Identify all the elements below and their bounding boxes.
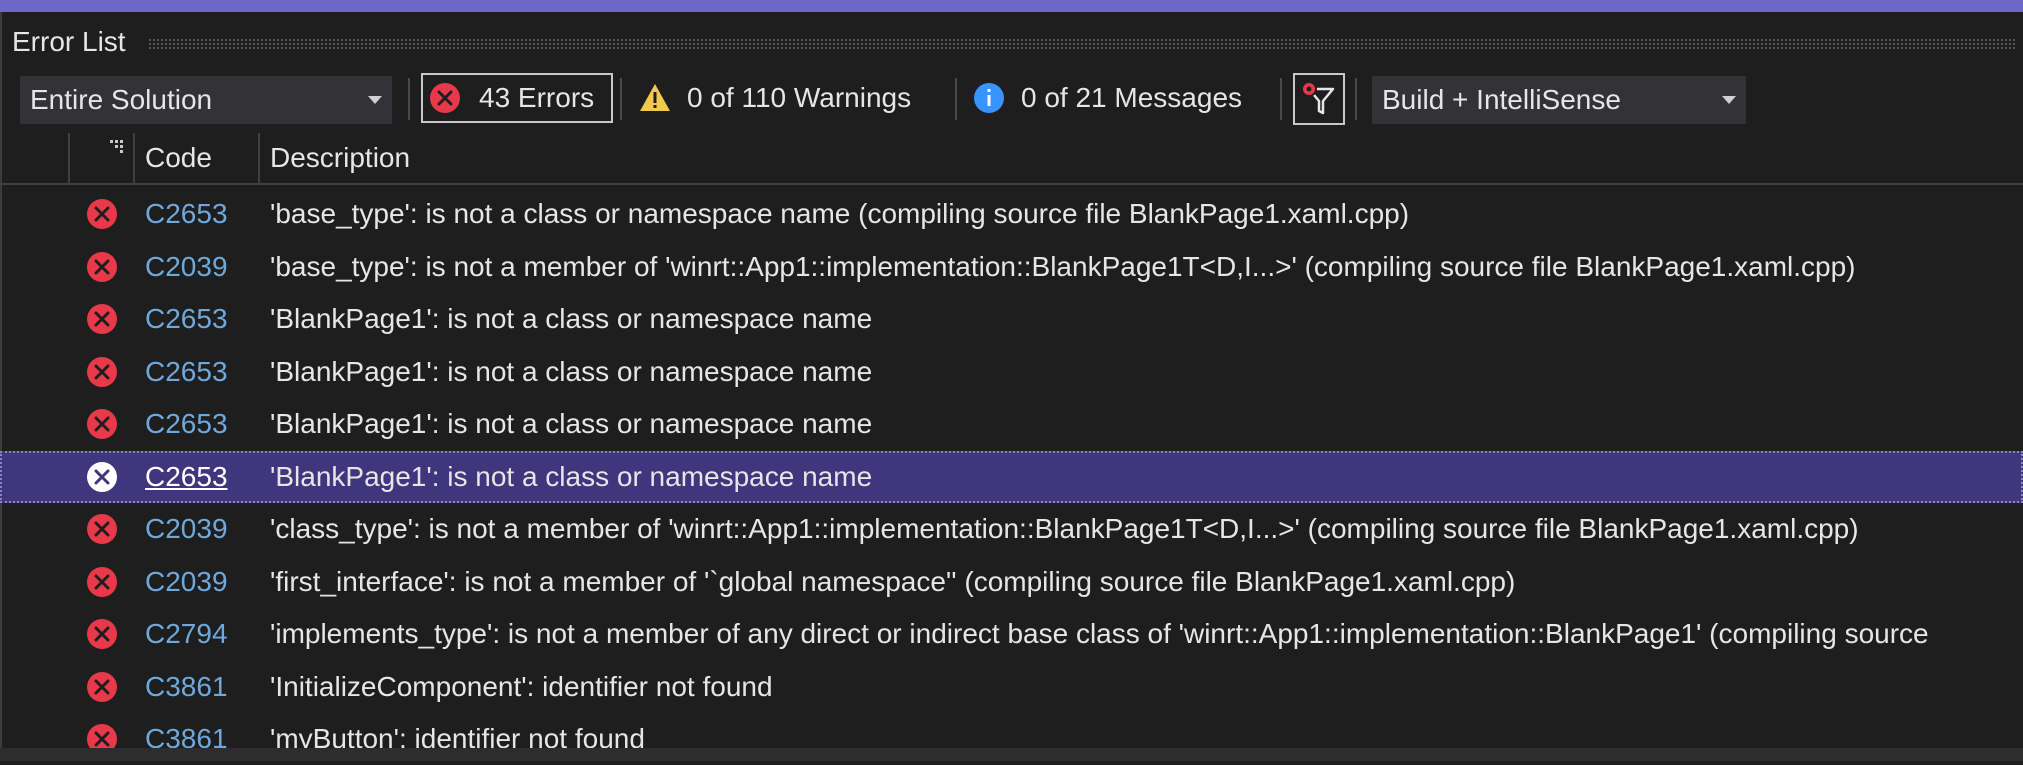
error-icon [430, 83, 460, 113]
table-row[interactable]: C3861 'InitializeComponent': identifier n… [0, 661, 2023, 713]
toolbar-divider [1355, 78, 1357, 120]
warning-icon [640, 84, 670, 111]
table-row[interactable]: C2039 'base_type': is not a member of 'wi… [0, 241, 2023, 293]
error-description: 'BlankPage1': is not a class or namespac… [270, 355, 873, 387]
error-code-link[interactable]: C2039 [145, 513, 228, 545]
error-icon [87, 619, 117, 649]
error-icon [87, 514, 117, 544]
chevron-down-icon [368, 96, 382, 104]
scope-dropdown-value: Entire Solution [30, 84, 213, 115]
scope-dropdown[interactable]: Entire Solution [20, 76, 392, 124]
error-code-link[interactable]: C2039 [145, 251, 228, 283]
chevron-down-icon [1722, 96, 1736, 104]
filter-funnel-button[interactable] [1293, 73, 1345, 125]
warnings-filter-button[interactable]: 0 of 110 Warnings [631, 73, 931, 123]
error-icon [87, 461, 117, 492]
error-description: 'InitializeComponent': identifier not fo… [270, 670, 773, 702]
error-icon [87, 671, 117, 702]
toolbar-divider [620, 78, 622, 120]
error-code-link[interactable]: C2653 [145, 198, 228, 230]
error-code-link[interactable]: C2653 [145, 356, 228, 388]
error-code-link[interactable]: C3861 [145, 671, 228, 703]
toolbar-divider [955, 78, 957, 120]
error-icon [87, 566, 117, 597]
panel-titlebar[interactable]: Error List [0, 12, 2023, 68]
column-header-code[interactable]: Code [145, 142, 212, 174]
table-row[interactable]: C2653 'BlankPage1': is not a class or nam… [0, 346, 2023, 398]
column-divider[interactable] [258, 133, 260, 183]
error-description: 'first_interface': is not a member of '`… [270, 565, 1516, 597]
source-dropdown[interactable]: Build + IntelliSense [1372, 76, 1746, 124]
column-divider[interactable] [68, 133, 70, 183]
error-code-link[interactable]: C2653 [145, 408, 228, 440]
table-row[interactable]: C2653 'BlankPage1': is not a class or nam… [0, 398, 2023, 450]
errors-filter-button[interactable]: 43 Errors [421, 73, 613, 123]
funnel-filter-icon [1301, 81, 1335, 115]
table-row[interactable]: C2794 'implements_type': is not a member … [0, 608, 2023, 660]
column-options-icon[interactable] [110, 140, 126, 154]
error-icon [87, 304, 117, 334]
window-accent-bar [0, 0, 2023, 12]
source-dropdown-value: Build + IntelliSense [1382, 84, 1621, 115]
error-icon [87, 199, 117, 229]
error-icon [87, 356, 117, 387]
error-description: 'BlankPage1': is not a class or namespac… [270, 408, 873, 439]
messages-filter-label: 0 of 21 Messages [1021, 82, 1243, 113]
error-description: 'BlankPage1': is not a class or namespac… [270, 303, 873, 334]
table-row[interactable]: C2653 'BlankPage1': is not a class or nam… [0, 450, 2023, 503]
panel-title: Error List [12, 26, 126, 57]
column-divider[interactable] [133, 133, 135, 183]
table-row[interactable]: C2653 'BlankPage1': is not a class or nam… [0, 293, 2023, 345]
toolbar-divider [1280, 78, 1282, 120]
warnings-filter-label: 0 of 110 Warnings [687, 82, 912, 113]
error-icon [87, 251, 117, 282]
error-code-link[interactable]: C2653 [145, 303, 228, 335]
messages-filter-button[interactable]: 0 of 21 Messages [965, 73, 1265, 123]
table-row[interactable]: C2039 'class_type': is not a member of 'w… [0, 503, 2023, 555]
column-header-description[interactable]: Description [270, 142, 410, 174]
error-code-link[interactable]: C2653 [145, 461, 228, 493]
table-row[interactable]: C2653 'base_type': is not a class or name… [0, 188, 2023, 240]
error-code-link[interactable]: C2039 [145, 566, 228, 598]
toolbar-divider [408, 78, 410, 120]
panel-bottom-edge [0, 748, 2023, 761]
error-description: 'implements_type': is not a member of an… [270, 618, 1929, 649]
table-row[interactable]: C2039 'first_interface': is not a member … [0, 556, 2023, 608]
error-description: 'base_type': is not a member of 'winrt::… [270, 250, 1856, 282]
error-description: 'base_type': is not a class or namespace… [270, 198, 1410, 229]
error-description: 'class_type': is not a member of 'winrt:… [270, 513, 1859, 544]
error-code-link[interactable]: C2794 [145, 618, 228, 650]
error-description: 'BlankPage1': is not a class or namespac… [270, 460, 873, 492]
drag-grip[interactable] [148, 38, 2017, 50]
info-icon [974, 83, 1004, 113]
errors-filter-label: 43 Errors [479, 82, 595, 113]
error-icon [87, 409, 117, 439]
